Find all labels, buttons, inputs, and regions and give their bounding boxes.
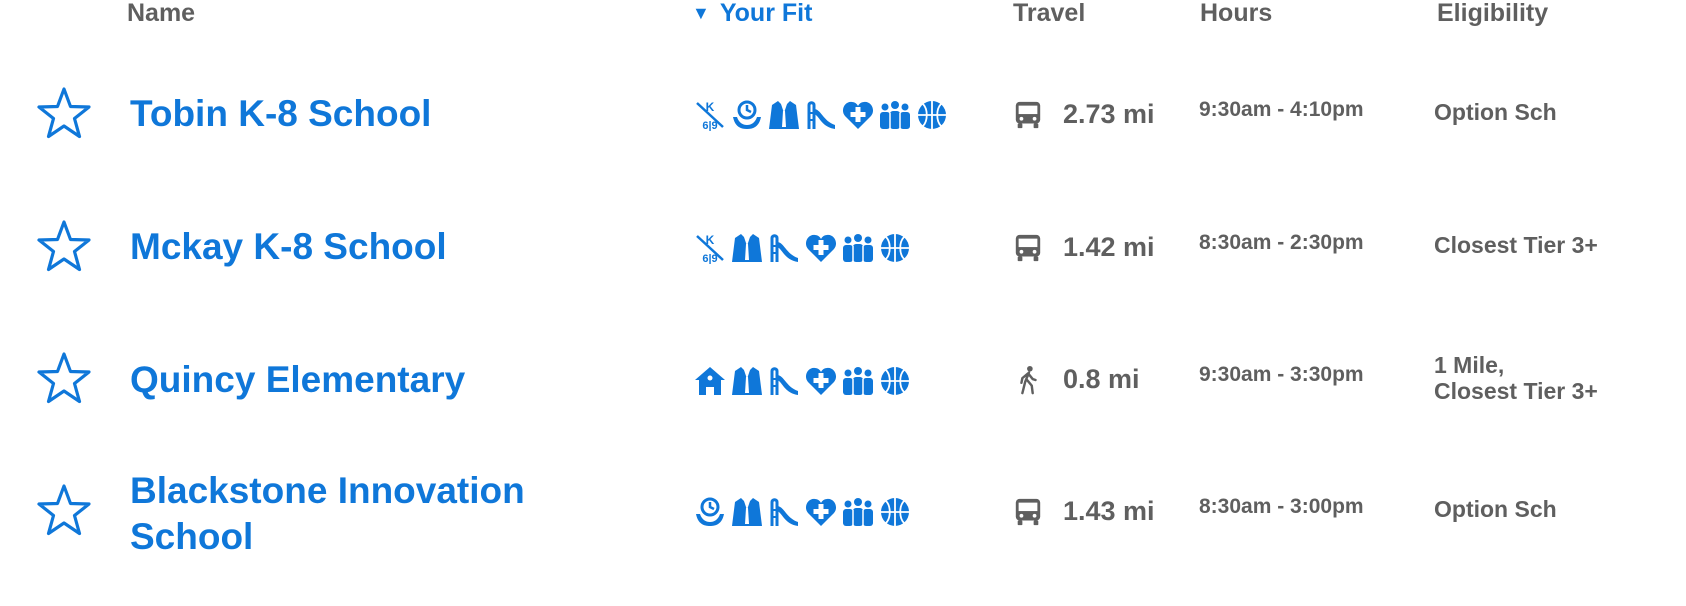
uniform-icon	[731, 365, 763, 397]
health-icon	[842, 99, 874, 131]
family-icon	[842, 496, 874, 528]
family-icon	[842, 365, 874, 397]
k8-icon: K 6|9	[694, 232, 726, 264]
uniform-icon	[731, 232, 763, 264]
travel-distance: 1.43 mi	[1063, 496, 1155, 526]
favorite-star-icon[interactable]	[36, 351, 92, 405]
sports-icon	[879, 365, 911, 397]
eligibility-text: 1 Mile, Closest Tier 3+	[1434, 352, 1598, 404]
favorite-star-icon[interactable]	[36, 219, 92, 273]
walk-icon	[1013, 365, 1043, 395]
travel-distance: 1.42 mi	[1063, 232, 1155, 262]
school-hours: 8:30am - 3:00pm	[1199, 495, 1364, 518]
sports-icon	[916, 99, 948, 131]
uniform-icon	[768, 99, 800, 131]
playground-icon	[768, 365, 800, 397]
eligibility-text: Closest Tier 3+	[1434, 232, 1598, 258]
fit-icons: K 6|9	[694, 230, 911, 266]
column-header-travel[interactable]: Travel	[1013, 0, 1085, 28]
fit-icons	[694, 363, 911, 399]
eligibility-text: Option Sch	[1434, 496, 1557, 522]
school-name-link[interactable]: Mckay K-8 School	[130, 224, 610, 270]
bus-icon	[1013, 100, 1043, 130]
sports-icon	[879, 496, 911, 528]
column-header-name[interactable]: Name	[127, 0, 195, 28]
early-care-icon	[731, 99, 763, 131]
school-house-icon	[694, 365, 726, 397]
favorite-star-icon[interactable]	[36, 86, 92, 140]
travel-distance: 2.73 mi	[1063, 99, 1155, 129]
svg-text:6|9: 6|9	[702, 120, 717, 131]
fit-icons: K 6|9	[694, 97, 948, 133]
sports-icon	[879, 232, 911, 264]
column-header-your-fit-label: Your Fit	[719, 0, 813, 27]
playground-icon	[768, 232, 800, 264]
svg-text:6|9: 6|9	[702, 253, 717, 264]
health-icon	[805, 365, 837, 397]
table-header: Name ▼ Your Fit Travel Hours Eligibility	[0, 0, 1686, 40]
family-icon	[842, 232, 874, 264]
column-header-eligibility[interactable]: Eligibility	[1437, 0, 1548, 28]
k8-icon: K 6|9	[694, 99, 726, 131]
school-name-link[interactable]: Quincy Elementary	[130, 357, 610, 403]
uniform-icon	[731, 496, 763, 528]
school-name-link[interactable]: Tobin K-8 School	[130, 91, 610, 137]
travel-info: 2.73 mi	[1013, 99, 1155, 130]
travel-distance: 0.8 mi	[1063, 364, 1140, 394]
bus-icon	[1013, 233, 1043, 263]
school-name-link[interactable]: Blackstone Innovation School	[130, 468, 610, 560]
sort-descending-icon: ▼	[692, 3, 710, 23]
eligibility-text: Option Sch	[1434, 99, 1557, 125]
favorite-star-icon[interactable]	[36, 483, 92, 537]
playground-icon	[805, 99, 837, 131]
school-hours: 8:30am - 2:30pm	[1199, 231, 1364, 254]
column-header-your-fit[interactable]: ▼ Your Fit	[692, 0, 812, 28]
health-icon	[805, 232, 837, 264]
school-hours: 9:30am - 3:30pm	[1199, 363, 1364, 386]
bus-icon	[1013, 497, 1043, 527]
travel-info: 0.8 mi	[1013, 364, 1140, 395]
family-icon	[879, 99, 911, 131]
column-header-hours[interactable]: Hours	[1200, 0, 1272, 28]
playground-icon	[768, 496, 800, 528]
school-hours: 9:30am - 4:10pm	[1199, 98, 1364, 121]
health-icon	[805, 496, 837, 528]
travel-info: 1.43 mi	[1013, 496, 1155, 527]
early-care-icon	[694, 496, 726, 528]
travel-info: 1.42 mi	[1013, 232, 1155, 263]
fit-icons	[694, 494, 911, 530]
